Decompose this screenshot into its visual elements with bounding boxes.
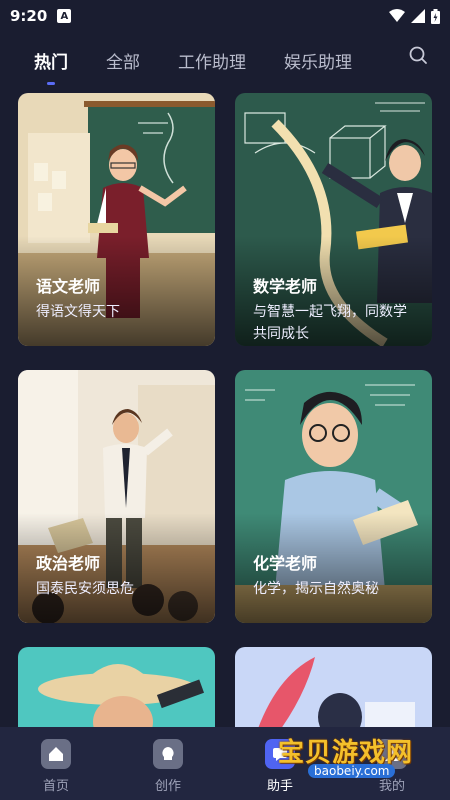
status-bar: 9:20 A — [0, 0, 450, 32]
card-description: 国泰民安须思危 — [36, 581, 134, 597]
tab-entertainment-assistant[interactable]: 娱乐助理 — [284, 48, 352, 73]
card-title: 语文老师 — [36, 277, 101, 296]
explorer-illustration — [18, 647, 215, 737]
assistant-card-chemistry-teacher[interactable]: 化学老师 化学，揭示自然奥秘 — [235, 370, 432, 623]
notification-icon: A — [57, 9, 72, 23]
tab-all[interactable]: 全部 — [106, 48, 140, 73]
card-title: 数学老师 — [253, 277, 318, 296]
tab-hot[interactable]: 热门 — [34, 48, 68, 73]
assistant-card-chinese-teacher[interactable]: 语文老师 得语文得天下 — [18, 93, 215, 346]
battery-icon — [431, 8, 440, 24]
nav-home[interactable]: 首页 — [0, 727, 112, 794]
bulb-icon — [153, 739, 183, 769]
status-time: 9:20 — [10, 7, 48, 25]
nav-label: 创作 — [154, 779, 181, 794]
nav-label: 首页 — [42, 779, 69, 794]
card-description: 得语文得天下 — [36, 304, 120, 320]
card-title: 化学老师 — [253, 554, 318, 573]
card-title: 政治老师 — [36, 554, 101, 573]
assistant-grid: 语文老师 得语文得天下 数学老师 与智慧一起飞翔，同数学共同成长 政治老师 国泰… — [18, 93, 432, 737]
wifi-icon — [389, 9, 405, 22]
category-tabs: 热门 全部 工作助理 娱乐助理 — [0, 40, 450, 80]
assistant-card-writing[interactable] — [235, 647, 432, 737]
home-icon — [41, 739, 71, 769]
tab-work-assistant[interactable]: 工作助理 — [178, 48, 246, 73]
writing-illustration — [235, 647, 432, 737]
status-icons — [389, 8, 440, 24]
assistant-card-politics-teacher[interactable]: 政治老师 国泰民安须思危 — [18, 370, 215, 623]
assistant-card-geography[interactable] — [18, 647, 215, 737]
nav-create[interactable]: 创作 — [112, 727, 224, 794]
card-description: 化学，揭示自然奥秘 — [253, 581, 379, 597]
card-description: 与智慧一起飞翔，同数学共同成长 — [253, 304, 407, 342]
watermark: 宝贝游戏网 baobeiy.com — [268, 732, 418, 784]
assistant-card-math-teacher[interactable]: 数学老师 与智慧一起飞翔，同数学共同成长 — [235, 93, 432, 346]
search-icon[interactable] — [408, 45, 428, 65]
signal-icon — [411, 9, 425, 23]
watermark-url: baobeiy.com — [308, 764, 396, 778]
